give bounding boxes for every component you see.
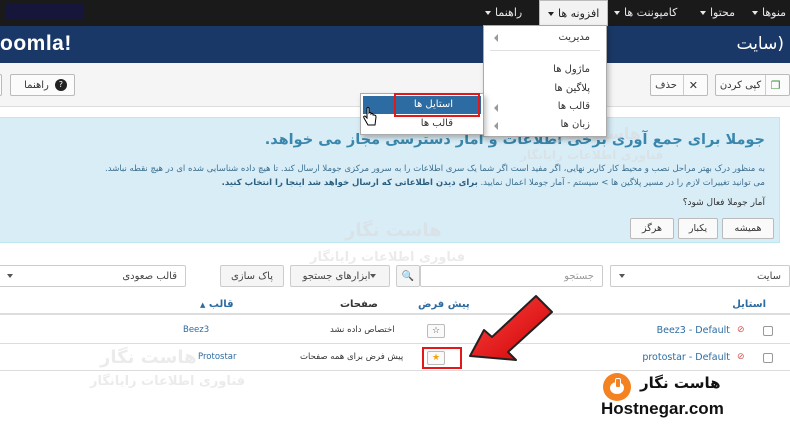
highlight-box-default-star: [422, 347, 462, 369]
joomla-logo: oomla!: [0, 32, 72, 55]
page-title: سایت): [736, 34, 785, 54]
banner-question: آمار جوملا فعال شود؟: [682, 198, 765, 208]
search-button[interactable]: 🔍: [396, 265, 420, 287]
caret-down-icon: [700, 11, 706, 15]
row-checkbox[interactable]: [763, 326, 773, 336]
site-select[interactable]: سایت: [610, 265, 790, 287]
copy-icon: ❐: [765, 75, 785, 95]
logo-text-fa: هاست نگار: [640, 374, 721, 392]
style-link[interactable]: Beez3 - Default: [657, 325, 730, 336]
watermark-subtext: فناوری اطلاعات رایانگار: [520, 148, 664, 162]
menu-item-modules[interactable]: ماژول ها: [553, 64, 590, 75]
template-link[interactable]: Beez3: [183, 325, 209, 335]
banner-text-line2: می توانید تغییرات لازم را در مسیر پلاگین…: [221, 178, 765, 188]
pages-cell: پیش فرض برای همه صفحات: [300, 352, 404, 362]
submenu-arrow-icon: [494, 122, 498, 130]
style-link[interactable]: protostar - Default: [642, 352, 730, 363]
watermark-subtext: فناوری اطلاعات رایانگار: [90, 374, 246, 389]
preview-off-icon[interactable]: ⊘: [737, 352, 745, 362]
caret-down-icon: [614, 11, 620, 15]
watermark-subtext: فناوری اطلاعات رایانگار: [310, 250, 466, 265]
menu-divider: [490, 50, 600, 51]
once-button[interactable]: یکبار: [678, 218, 718, 239]
highlight-box-styles: [394, 93, 480, 117]
menu-item-languages[interactable]: زبان ها: [560, 119, 590, 130]
always-button[interactable]: همیشه: [722, 218, 774, 239]
template-link[interactable]: Protostar: [198, 352, 236, 362]
watermark-text: هاست نگار: [345, 220, 442, 241]
menu-item-templates[interactable]: قالب ها: [558, 101, 590, 112]
search-icon: 🔍: [401, 270, 415, 282]
copy-button[interactable]: کپی کردن ❐: [715, 74, 790, 96]
sort-asc-icon: ▲: [200, 301, 206, 309]
chevron-down-icon: [619, 274, 625, 278]
clear-button[interactable]: پاک سازی: [220, 265, 284, 287]
row-checkbox[interactable]: [763, 353, 773, 363]
delete-button[interactable]: حذف ✕: [650, 74, 708, 96]
red-arrow-annotation: [469, 295, 553, 361]
submenu-item-templates[interactable]: قالب ها: [421, 118, 453, 129]
menu-item-manage[interactable]: مدیریت: [558, 32, 590, 43]
caret-down-icon: [752, 11, 758, 15]
preview-off-icon[interactable]: ⊘: [737, 325, 745, 335]
star-outline-icon[interactable]: ☆: [427, 324, 445, 338]
col-template-header[interactable]: ▲ قالب: [198, 299, 234, 310]
col-style-header[interactable]: استایل: [732, 299, 766, 310]
sort-select[interactable]: قالب صعودی: [0, 265, 186, 287]
watermark-text: هاست نگار: [100, 347, 197, 368]
banner-text-line1: به منظور درک بهتر مراحل نصب و محیط کار ک…: [105, 164, 765, 174]
question-icon: ?: [54, 79, 67, 91]
hand-cursor-icon: [363, 107, 377, 126]
col-pages-header: صفحات: [340, 299, 378, 310]
caret-down-icon: [485, 11, 491, 15]
extensions-dropdown: مدیریت ماژول ها پلاگین ها قالب ها زبان ه…: [483, 25, 607, 137]
menu-extensions[interactable]: افزونه ها: [539, 0, 609, 26]
top-menu-bar: راهنما افزونه ها کامپوننت ها محتوا منوها: [0, 0, 790, 26]
partial-button[interactable]: [0, 74, 2, 96]
menu-item-plugins[interactable]: پلاگین ها: [554, 83, 590, 94]
help-button[interactable]: راهنما ?: [10, 74, 75, 96]
menu-help[interactable]: راهنما: [485, 0, 522, 26]
menu-components[interactable]: کامپوننت ها: [614, 0, 677, 26]
search-input[interactable]: جستجو: [420, 265, 603, 287]
logo-text-en: Hostnegar.com: [601, 399, 724, 418]
user-menu-blurred[interactable]: [6, 4, 84, 19]
admin-header: oomla! سایت): [0, 26, 790, 63]
table-row: ⊘ Beez3 - Default ☆ اختصاص داده نشد Beez…: [0, 318, 790, 344]
menu-content[interactable]: محتوا: [700, 0, 735, 26]
submenu-arrow-icon: [494, 34, 498, 42]
table-header: استایل پیش فرض صفحات ▲ قالب: [0, 295, 790, 315]
hostnegar-logo-icon: [603, 373, 631, 401]
chevron-down-icon: [7, 274, 13, 278]
banner-details-link[interactable]: برای دیدن اطلاعاتی که ارسال خواهد شد این…: [222, 178, 478, 188]
search-tools-button[interactable]: ابزارهای جستجو: [290, 265, 390, 287]
menu-menus[interactable]: منوها: [752, 0, 786, 26]
close-icon: ✕: [682, 75, 703, 95]
pages-cell: اختصاص داده نشد: [330, 325, 395, 335]
submenu-arrow-icon: [494, 104, 498, 112]
caret-down-icon: [548, 12, 554, 16]
never-button[interactable]: هرگز: [630, 218, 674, 239]
caret-down-icon: [370, 274, 377, 278]
